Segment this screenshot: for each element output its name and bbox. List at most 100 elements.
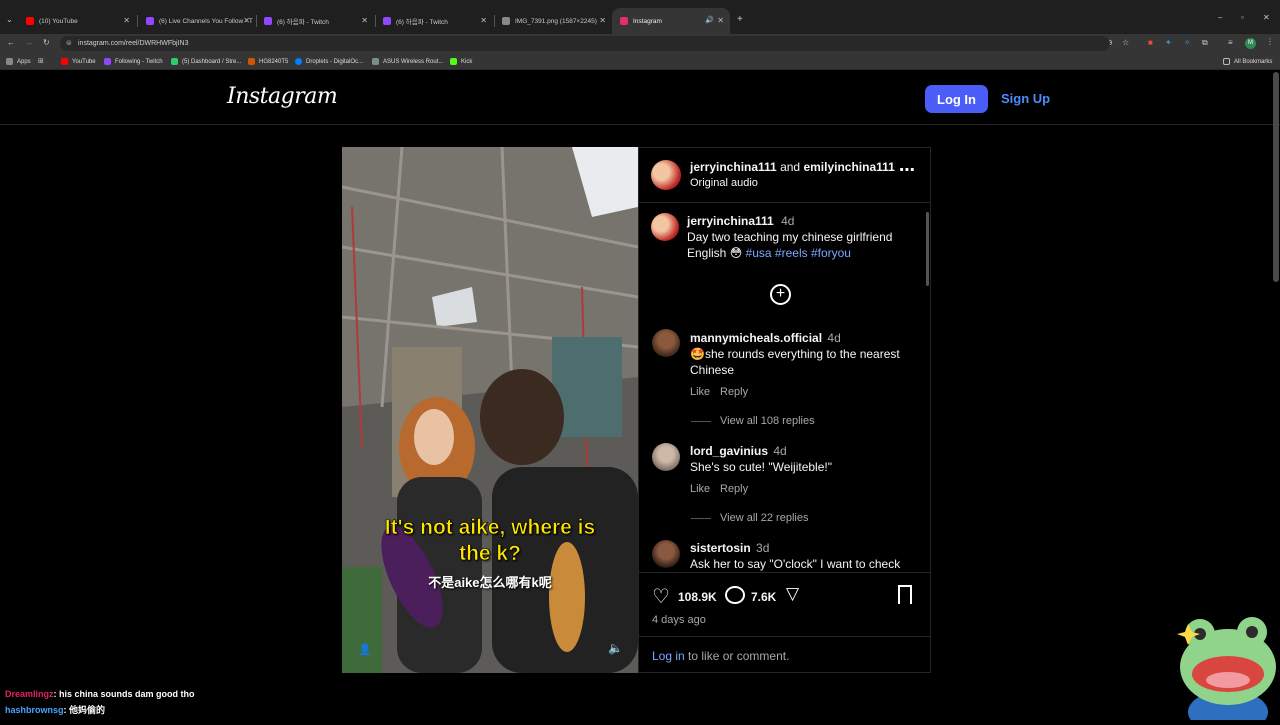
address-bar[interactable]: ⊜ instagram.com/reel/DWRHWFbjIN3 [60, 36, 1110, 51]
browser-tab-strip: ⌄ (10) YouTube ✕ (6) Live Channels You F… [0, 0, 1280, 34]
close-tab-icon[interactable]: ✕ [480, 16, 487, 25]
original-audio-link[interactable]: Original audio [690, 177, 758, 189]
close-tab-icon[interactable]: ✕ [123, 16, 130, 25]
bookmark-asus[interactable]: ASUS Wireless Rout... [372, 58, 443, 65]
minimize-icon[interactable]: – [1218, 13, 1222, 22]
bookmark-star-icon[interactable]: ☆ [1122, 38, 1129, 47]
comment-header: lord_gavinius 4d [690, 444, 787, 458]
commenter-avatar[interactable] [652, 540, 680, 568]
tab-search-icon[interactable]: ⌄ [6, 15, 13, 24]
all-bookmarks[interactable]: All Bookmarks [1223, 58, 1272, 65]
extensions-puzzle-icon[interactable]: ⧉ [1202, 38, 1208, 48]
tab-image[interactable]: IMG_7391.png (1587×2245) ✕ [494, 8, 612, 34]
like-count[interactable]: 108.9K [678, 590, 717, 604]
like-heart-icon[interactable]: ♡ [652, 584, 670, 609]
comment-reply-link[interactable]: Reply [720, 483, 748, 495]
stream-chat-overlay: Dreamlingz: his china sounds dam good th… [0, 686, 420, 720]
bookmark-apps[interactable]: Apps [6, 58, 31, 65]
comments-scrollbar[interactable] [926, 204, 930, 572]
back-icon[interactable]: ← [7, 38, 15, 47]
bookmark-dashboard[interactable]: (5) Dashboard / Stre... [171, 58, 241, 65]
share-send-icon[interactable]: ▽ [786, 584, 799, 604]
tagged-users-icon[interactable]: 👤 [358, 643, 372, 656]
window-close-icon[interactable]: ✕ [1263, 13, 1270, 22]
browser-menu-icon[interactable]: ⋮ [1266, 37, 1274, 46]
comment-count[interactable]: 7.6K [751, 590, 776, 604]
hashtag-link[interactable]: #foryou [811, 246, 851, 260]
apps-grid-icon [6, 58, 13, 65]
post-timestamp: 4 days ago [652, 614, 706, 626]
tab-audio-icon[interactable]: 🔊 [705, 16, 714, 24]
view-replies-link[interactable]: View all 108 replies [720, 415, 815, 427]
profile-avatar[interactable]: M [1245, 38, 1256, 49]
bookmark-router[interactable]: HG8240T5 [248, 58, 288, 65]
restore-icon[interactable]: ▫ [1241, 13, 1244, 22]
comment-like-link[interactable]: Like [690, 386, 710, 398]
extension-icon[interactable]: ✧ [1184, 38, 1191, 47]
instagram-header [0, 71, 1280, 125]
new-tab-button[interactable]: + [737, 14, 743, 25]
author-link[interactable]: jerryinchina111 [690, 160, 777, 174]
caption-text-line2: English 😳 #usa #reels #foryou [687, 246, 851, 260]
bookmark-label: Following - Twitch [115, 58, 163, 65]
comment-bubble-icon[interactable] [725, 586, 745, 604]
tab-youtube[interactable]: (10) YouTube ✕ [18, 8, 136, 34]
bookmark-kick[interactable]: Kick [450, 58, 472, 65]
image-favicon-icon [502, 17, 510, 25]
reel-video[interactable]: It's not aike, where is the k? 不是aike怎么哪… [342, 147, 638, 673]
log-in-button[interactable]: Log In [925, 85, 988, 113]
tab-menu-icon[interactable]: ≡ [1228, 38, 1233, 47]
caption-header: jerryinchina111 4d [687, 214, 794, 228]
close-tab-icon[interactable]: ✕ [599, 16, 606, 25]
bookmark-label: ASUS Wireless Rout... [383, 58, 444, 65]
frog-mascot-image [1170, 612, 1280, 725]
tab-title: (6) 하음파 - Twitch [396, 19, 448, 26]
comment-text: She's so cute! "Weijiteble!" [690, 460, 832, 474]
site-info-icon[interactable]: ⊜ [66, 39, 72, 47]
comment-like-link[interactable]: Like [690, 483, 710, 495]
caption-text: Day two teaching my chinese girlfriend [687, 230, 893, 244]
view-replies-link[interactable]: View all 22 replies [720, 512, 808, 524]
commenter-avatar[interactable] [652, 443, 680, 471]
author-link[interactable]: emilyinchina111 [803, 160, 894, 174]
comment-time: 4d [773, 444, 787, 458]
more-options-icon[interactable]: ⋯ [899, 160, 915, 180]
mute-icon[interactable]: 🔈 [608, 641, 623, 655]
bookmark-droplets[interactable]: Droplets - DigitalOc... [295, 58, 363, 65]
extension-icon[interactable]: ■ [1148, 38, 1153, 47]
load-more-comments-icon[interactable]: + [770, 284, 791, 305]
tab-live-channels[interactable]: (6) Live Channels You Follow - T ✕ [138, 8, 256, 34]
instagram-logo[interactable]: Instagram [227, 84, 338, 109]
bookmark-youtube[interactable]: YouTube [61, 58, 96, 65]
subtitle-line-1: It's not aike, where is [384, 516, 596, 540]
sign-up-link[interactable]: Sign Up [1001, 91, 1050, 106]
commenter-avatar[interactable] [652, 329, 680, 357]
author-avatar[interactable] [651, 160, 681, 190]
caption-avatar[interactable] [651, 213, 679, 241]
save-bookmark-icon[interactable] [898, 585, 912, 604]
close-tab-icon[interactable]: ✕ [361, 16, 368, 25]
page-scrollbar[interactable] [1273, 72, 1279, 282]
extension-icon[interactable]: ✦ [1165, 38, 1172, 47]
tab-twitch-2[interactable]: (6) 하음파 - Twitch ✕ [375, 8, 493, 34]
log-in-link[interactable]: Log in [652, 649, 685, 663]
comment-username[interactable]: sistertosin [690, 541, 751, 555]
subtitle-line-2: the k? [459, 542, 521, 566]
comment-username[interactable]: mannymicheals.official [690, 331, 822, 345]
hashtag-link[interactable]: #usa [746, 246, 772, 260]
close-tab-icon[interactable]: ✕ [243, 16, 250, 25]
comment-reply-link[interactable]: Reply [720, 386, 748, 398]
close-tab-icon[interactable]: ✕ [717, 16, 724, 25]
comment-username[interactable]: lord_gavinius [690, 444, 768, 458]
tab-twitch-1[interactable]: (6) 하음파 - Twitch ✕ [256, 8, 374, 34]
forward-icon[interactable]: → [25, 38, 33, 47]
tab-title: (10) YouTube [39, 17, 78, 25]
caption-username[interactable]: jerryinchina111 [687, 214, 774, 228]
grid-icon[interactable]: ⊞ [38, 57, 44, 65]
login-prompt: Log in to like or comment. [652, 649, 789, 663]
hashtag-link[interactable]: #reels [775, 246, 808, 260]
reload-icon[interactable]: ↻ [43, 38, 50, 47]
divider [691, 421, 711, 422]
tab-instagram[interactable]: Instagram 🔊 ✕ [612, 8, 730, 34]
bookmark-twitch[interactable]: Following - Twitch [104, 58, 163, 65]
